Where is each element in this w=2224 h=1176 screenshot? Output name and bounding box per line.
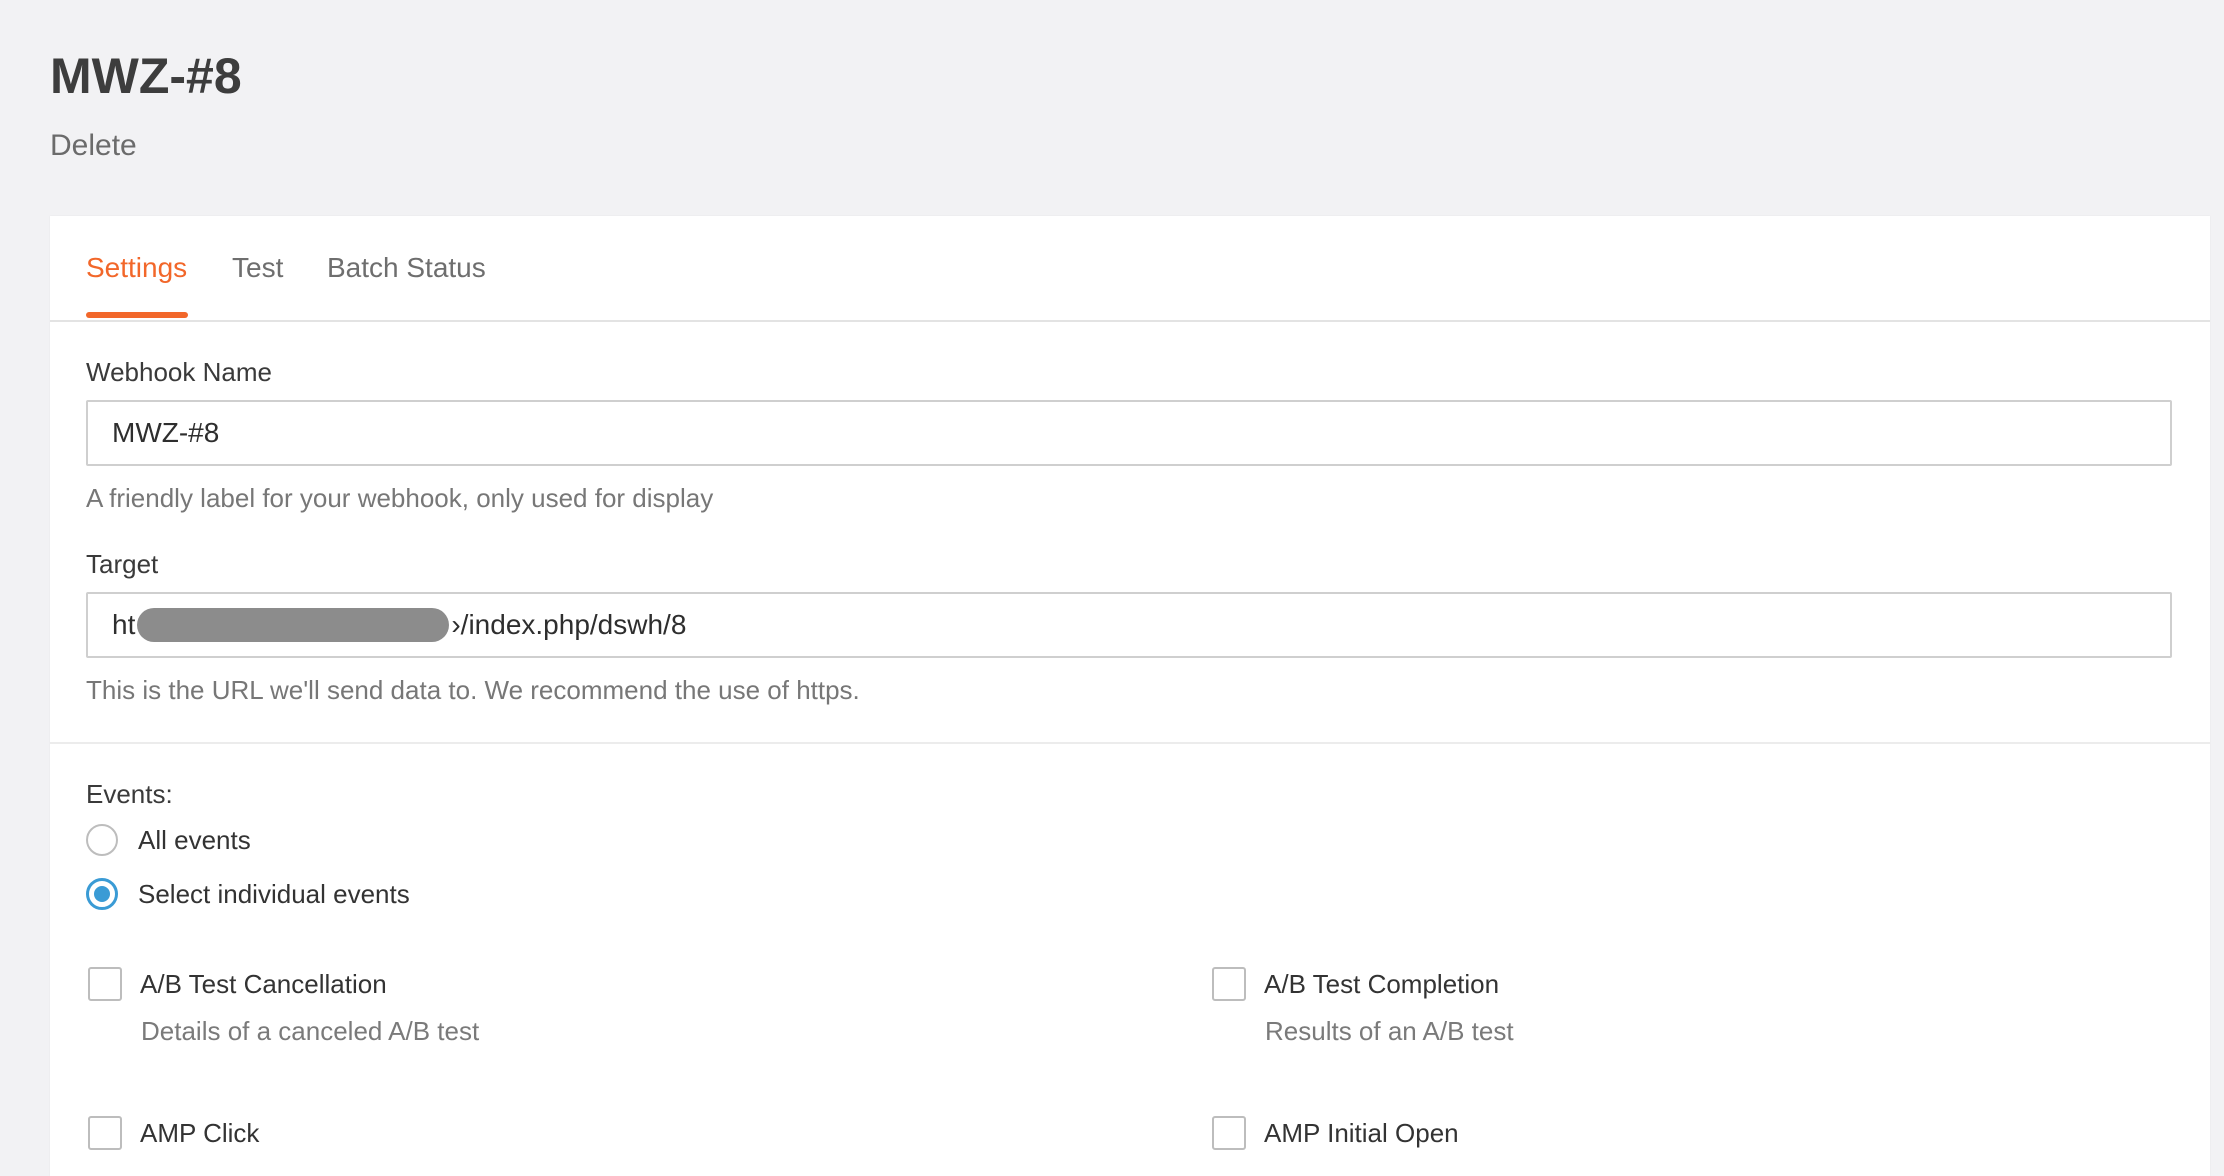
active-tab-indicator [86,312,188,318]
target-label: Target [86,549,159,579]
redacted-url-segment [137,607,450,642]
radio-select-individual-events[interactable]: Select individual events [86,878,410,910]
tab-test[interactable]: Test [232,250,283,286]
checkbox[interactable] [1212,967,1246,1001]
event-checkbox-row[interactable]: A/B Test Completion [1212,967,1514,1001]
page-title: MWZ-#8 [50,48,242,104]
section-divider [50,742,2210,744]
webhook-name-label: Webhook Name [86,357,272,387]
checkbox[interactable] [1212,1116,1246,1150]
event-checkbox-row[interactable]: A/B Test Cancellation [88,967,479,1001]
webhook-name-value: MWZ-#8 [112,417,220,448]
events-label: Events: [86,779,173,809]
checkbox[interactable] [88,1116,122,1150]
target-value-suffix: ›/index.php/dswh/8 [451,609,687,640]
event-label: A/B Test Cancellation [140,969,387,999]
tab-bar: Settings Test Batch Status [50,216,2210,322]
event-label: AMP Click [140,1118,260,1148]
target-value-prefix: ht [112,609,136,640]
radio-label: All events [138,825,251,855]
tab-batch-status[interactable]: Batch Status [327,250,486,286]
event-label: A/B Test Completion [1264,969,1500,999]
radio-all-events[interactable]: All events [86,824,251,856]
webhook-name-help: A friendly label for your webhook, only … [86,483,714,513]
event-checkbox-row[interactable]: AMP Initial Open [1212,1116,1459,1150]
radio-button-selected[interactable] [86,878,118,910]
event-ab-test-cancellation: A/B Test Cancellation Details of a cance… [88,967,479,1047]
target-input[interactable]: ht ›/index.php/dswh/8 [86,592,2172,658]
settings-card: Settings Test Batch Status Webhook Name … [50,216,2210,1176]
event-amp-initial-open: AMP Initial Open [1212,1116,1459,1150]
radio-label: Select individual events [138,879,410,909]
checkbox[interactable] [88,967,122,1001]
tab-settings[interactable]: Settings [86,250,187,286]
target-help: This is the URL we'll send data to. We r… [86,675,860,705]
event-ab-test-completion: A/B Test Completion Results of an A/B te… [1212,967,1514,1047]
page-header: MWZ-#8 Delete [50,46,242,164]
radio-button[interactable] [86,824,118,856]
event-label: AMP Initial Open [1264,1118,1459,1148]
event-description: Details of a canceled A/B test [141,1016,480,1046]
event-checkbox-row[interactable]: AMP Click [88,1116,259,1150]
event-description: Results of an A/B test [1265,1016,1514,1046]
delete-link[interactable]: Delete [50,128,137,164]
webhook-name-input[interactable]: MWZ-#8 [86,400,2172,466]
event-amp-click: AMP Click [88,1116,259,1150]
